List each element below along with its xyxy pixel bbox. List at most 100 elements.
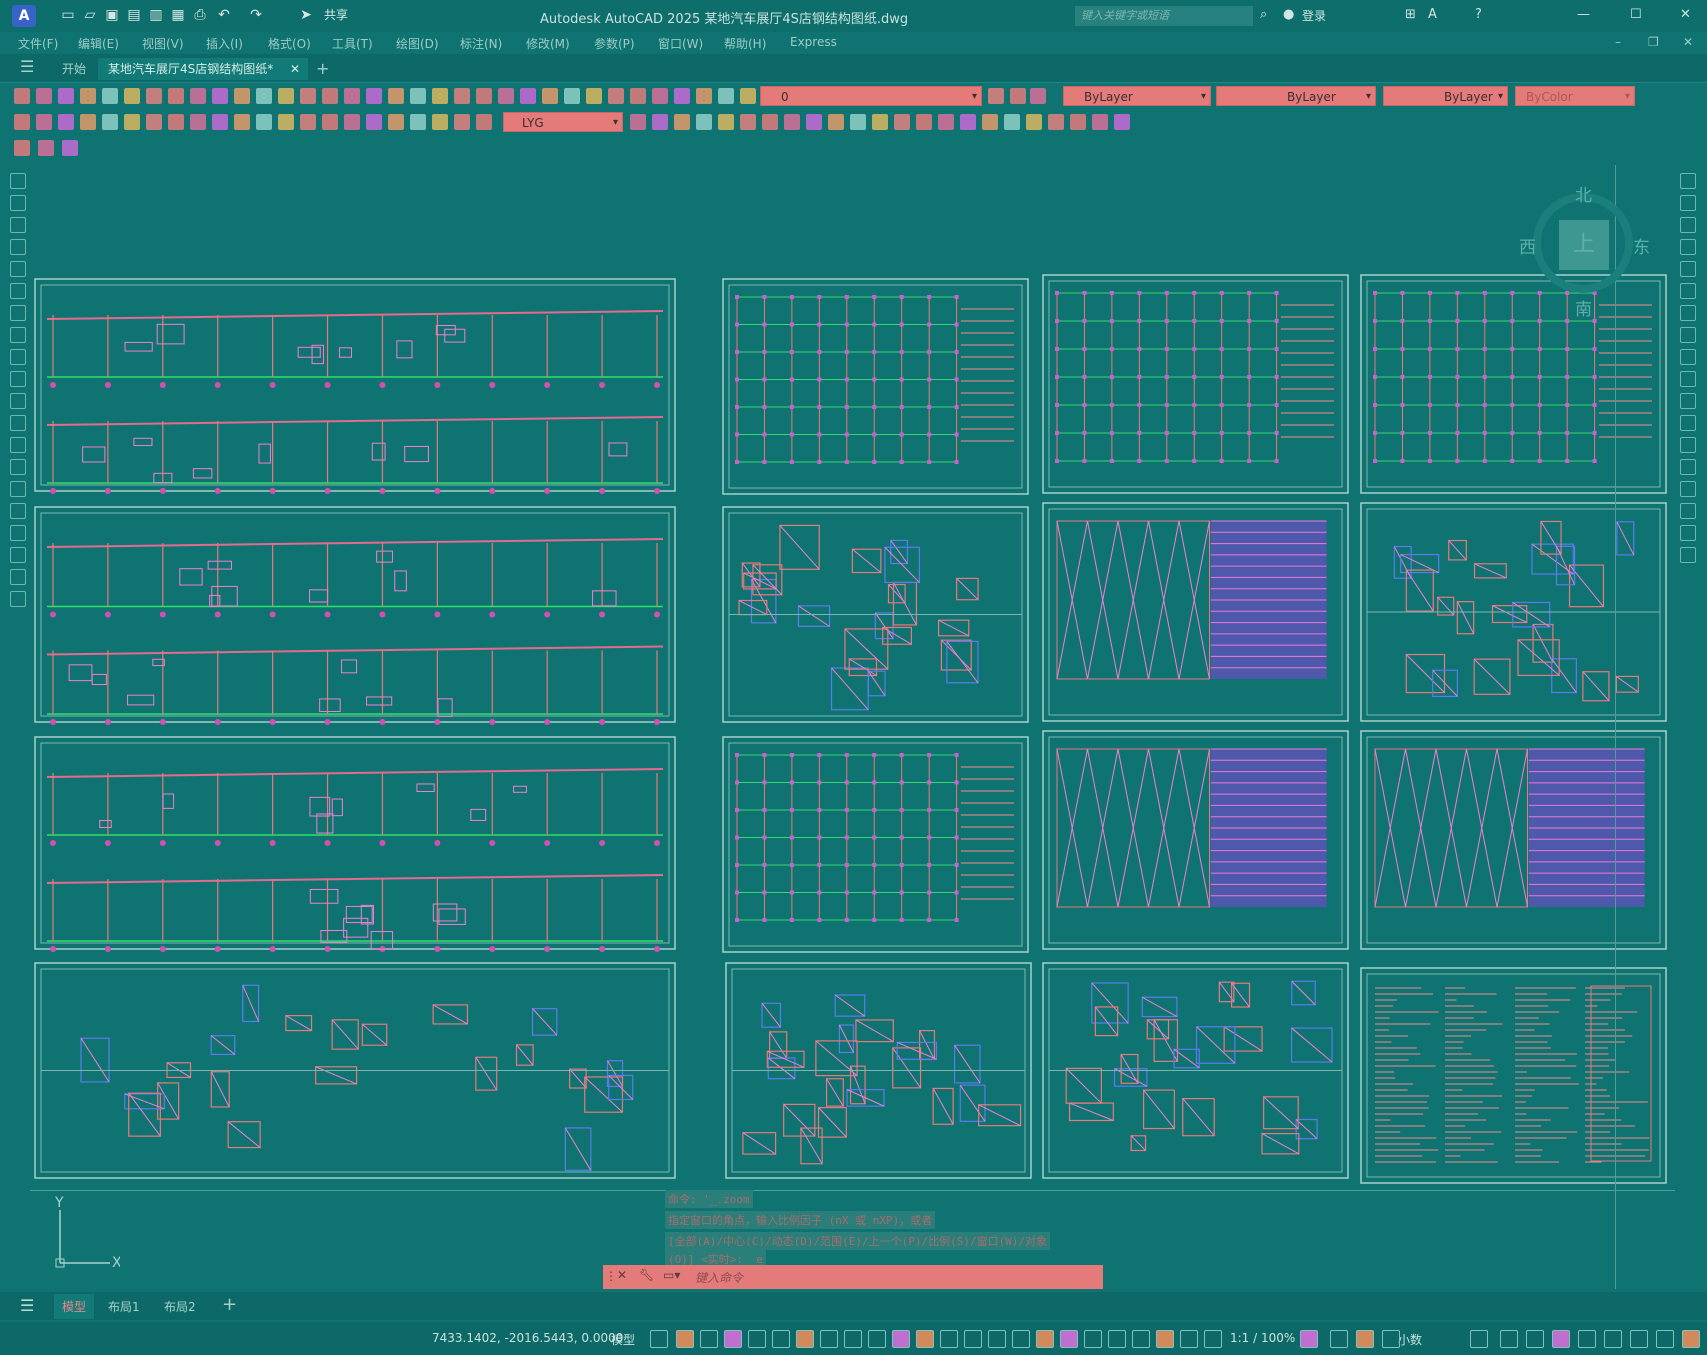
undo-icon[interactable]: ↶ [216, 7, 232, 23]
menu-help[interactable]: 帮助(H) [724, 35, 766, 52]
menu-express[interactable]: Express [790, 35, 837, 49]
share-icon[interactable]: ➤ [298, 7, 314, 23]
tab-layout1[interactable]: 布局1 [108, 1298, 140, 1315]
viewcube-face-top[interactable]: 上 [1559, 220, 1609, 270]
draw-tool-icon[interactable] [10, 305, 26, 321]
dimension-tool-icon[interactable] [80, 114, 96, 130]
dimension-tool-icon[interactable] [850, 114, 866, 130]
standard-tool-icon[interactable] [564, 88, 580, 104]
standard-tool-icon[interactable] [168, 88, 184, 104]
standard-tool-icon[interactable] [102, 88, 118, 104]
draw-tool-icon[interactable] [10, 393, 26, 409]
dimension-tool-icon[interactable] [432, 114, 448, 130]
modify-tool-icon[interactable] [1680, 437, 1696, 453]
draw-tool-icon[interactable] [10, 371, 26, 387]
dimension-tool-icon[interactable] [168, 114, 184, 130]
save-icon[interactable]: ▣ [104, 7, 120, 23]
standard-tool-icon[interactable] [58, 88, 74, 104]
modify-tool-icon[interactable] [1680, 503, 1696, 519]
dimension-tool-icon[interactable] [14, 114, 30, 130]
layer-dropdown[interactable]: 0 ▾ [760, 86, 982, 106]
menu-window[interactable]: 窗口(W) [658, 35, 703, 52]
standard-tool-icon[interactable] [344, 88, 360, 104]
coordinate-readout[interactable]: 7433.1402, -2016.5443, 0.0000 [432, 1331, 623, 1345]
status-toggle-icon[interactable] [1180, 1330, 1198, 1348]
modify-tool-icon[interactable] [1680, 349, 1696, 365]
viewcube[interactable]: 上 北 南 西 东 [1519, 185, 1650, 320]
standard-tool-icon[interactable] [674, 88, 690, 104]
user-icon[interactable]: ● [1283, 7, 1294, 22]
standard-tool-icon[interactable] [454, 88, 470, 104]
standard-tool-icon[interactable] [36, 88, 52, 104]
dimension-tool-icon[interactable] [58, 114, 74, 130]
dimension-tool-icon[interactable] [718, 114, 734, 130]
standard-tool-icon[interactable] [300, 88, 316, 104]
save-web-icon[interactable]: ▦ [170, 7, 186, 23]
standard-tool-icon[interactable] [212, 88, 228, 104]
dimension-tool-icon[interactable] [300, 114, 316, 130]
modify-tool-icon[interactable] [1680, 305, 1696, 321]
draw-tool-icon[interactable] [10, 437, 26, 453]
dimension-tool-icon[interactable] [762, 114, 778, 130]
standard-tool-icon[interactable] [432, 88, 448, 104]
open-file-icon[interactable]: ▱ [82, 7, 98, 23]
status-toggle-icon[interactable] [988, 1330, 1006, 1348]
status-toggle-icon[interactable] [1132, 1330, 1150, 1348]
autocad-logo-icon[interactable]: A [12, 5, 36, 27]
dimension-tool-icon[interactable] [740, 114, 756, 130]
dimension-tool-icon[interactable] [476, 114, 492, 130]
extra-tool-icon[interactable] [38, 140, 54, 156]
status-toggle-icon[interactable] [1012, 1330, 1030, 1348]
standard-tool-icon[interactable] [388, 88, 404, 104]
status-toggle-icon[interactable] [650, 1330, 668, 1348]
plotstyle-dropdown[interactable]: ByColor ▾ [1515, 86, 1635, 106]
dimension-tool-icon[interactable] [124, 114, 140, 130]
modify-tool-icon[interactable] [1680, 173, 1696, 189]
text-style-dropdown[interactable]: LYG ▾ [503, 112, 623, 132]
status-toggle-icon[interactable] [1656, 1330, 1674, 1348]
status-toggle-icon[interactable] [1084, 1330, 1102, 1348]
menu-parametric[interactable]: 参数(P) [594, 35, 635, 52]
share-label[interactable]: 共享 [316, 7, 356, 23]
dimension-tool-icon[interactable] [872, 114, 888, 130]
status-toggle-icon[interactable] [1500, 1330, 1518, 1348]
dimension-tool-icon[interactable] [1092, 114, 1108, 130]
command-recent-icon[interactable]: ▭▾ [663, 1268, 680, 1282]
draw-tool-icon[interactable] [10, 283, 26, 299]
minimize-icon[interactable]: — [1577, 7, 1590, 22]
lineweight-dropdown[interactable]: ByLayer ▾ [1383, 86, 1508, 106]
modify-tool-icon[interactable] [1680, 525, 1696, 541]
draw-tool-icon[interactable] [10, 173, 26, 189]
standard-tool-icon[interactable] [256, 88, 272, 104]
tab-start[interactable]: 开始 [52, 58, 96, 80]
modify-tool-icon[interactable] [1680, 371, 1696, 387]
dimension-tool-icon[interactable] [366, 114, 382, 130]
status-toggle-icon[interactable] [1330, 1330, 1348, 1348]
redo-icon[interactable]: ↷ [248, 7, 264, 23]
dimension-tool-icon[interactable] [982, 114, 998, 130]
plot-icon[interactable]: ⎙ [192, 7, 208, 23]
autodesk-app-icon[interactable]: A [1428, 7, 1437, 22]
standard-tool-icon[interactable] [498, 88, 514, 104]
standard-tool-icon[interactable] [278, 88, 294, 104]
tab-drawing[interactable]: 某地汽车展厅4S店钢结构图纸* ✕ [98, 58, 308, 80]
color-dropdown[interactable]: ByLayer ▾ [1063, 86, 1211, 106]
standard-tool-icon[interactable] [1010, 88, 1026, 104]
menu-dimension[interactable]: 标注(N) [460, 35, 502, 52]
dimension-tool-icon[interactable] [1070, 114, 1086, 130]
modify-tool-icon[interactable] [1680, 481, 1696, 497]
standard-tool-icon[interactable] [988, 88, 1004, 104]
status-toggle-icon[interactable] [820, 1330, 838, 1348]
layout-menu-icon[interactable]: ☰ [20, 1296, 34, 1315]
drawing-canvas[interactable] [33, 165, 1673, 1289]
dimension-tool-icon[interactable] [1026, 114, 1042, 130]
standard-tool-icon[interactable] [80, 88, 96, 104]
maximize-icon[interactable]: ☐ [1630, 7, 1642, 22]
search-icon[interactable]: ⌕ [1260, 7, 1267, 22]
standard-tool-icon[interactable] [520, 88, 536, 104]
standard-tool-icon[interactable] [322, 88, 338, 104]
open-web-icon[interactable]: ▥ [148, 7, 164, 23]
status-toggle-icon[interactable] [916, 1330, 934, 1348]
dimension-tool-icon[interactable] [1114, 114, 1130, 130]
command-line[interactable]: ⋮ ✕ 🔧︎ ▭▾ 键入命令 [603, 1265, 1103, 1289]
